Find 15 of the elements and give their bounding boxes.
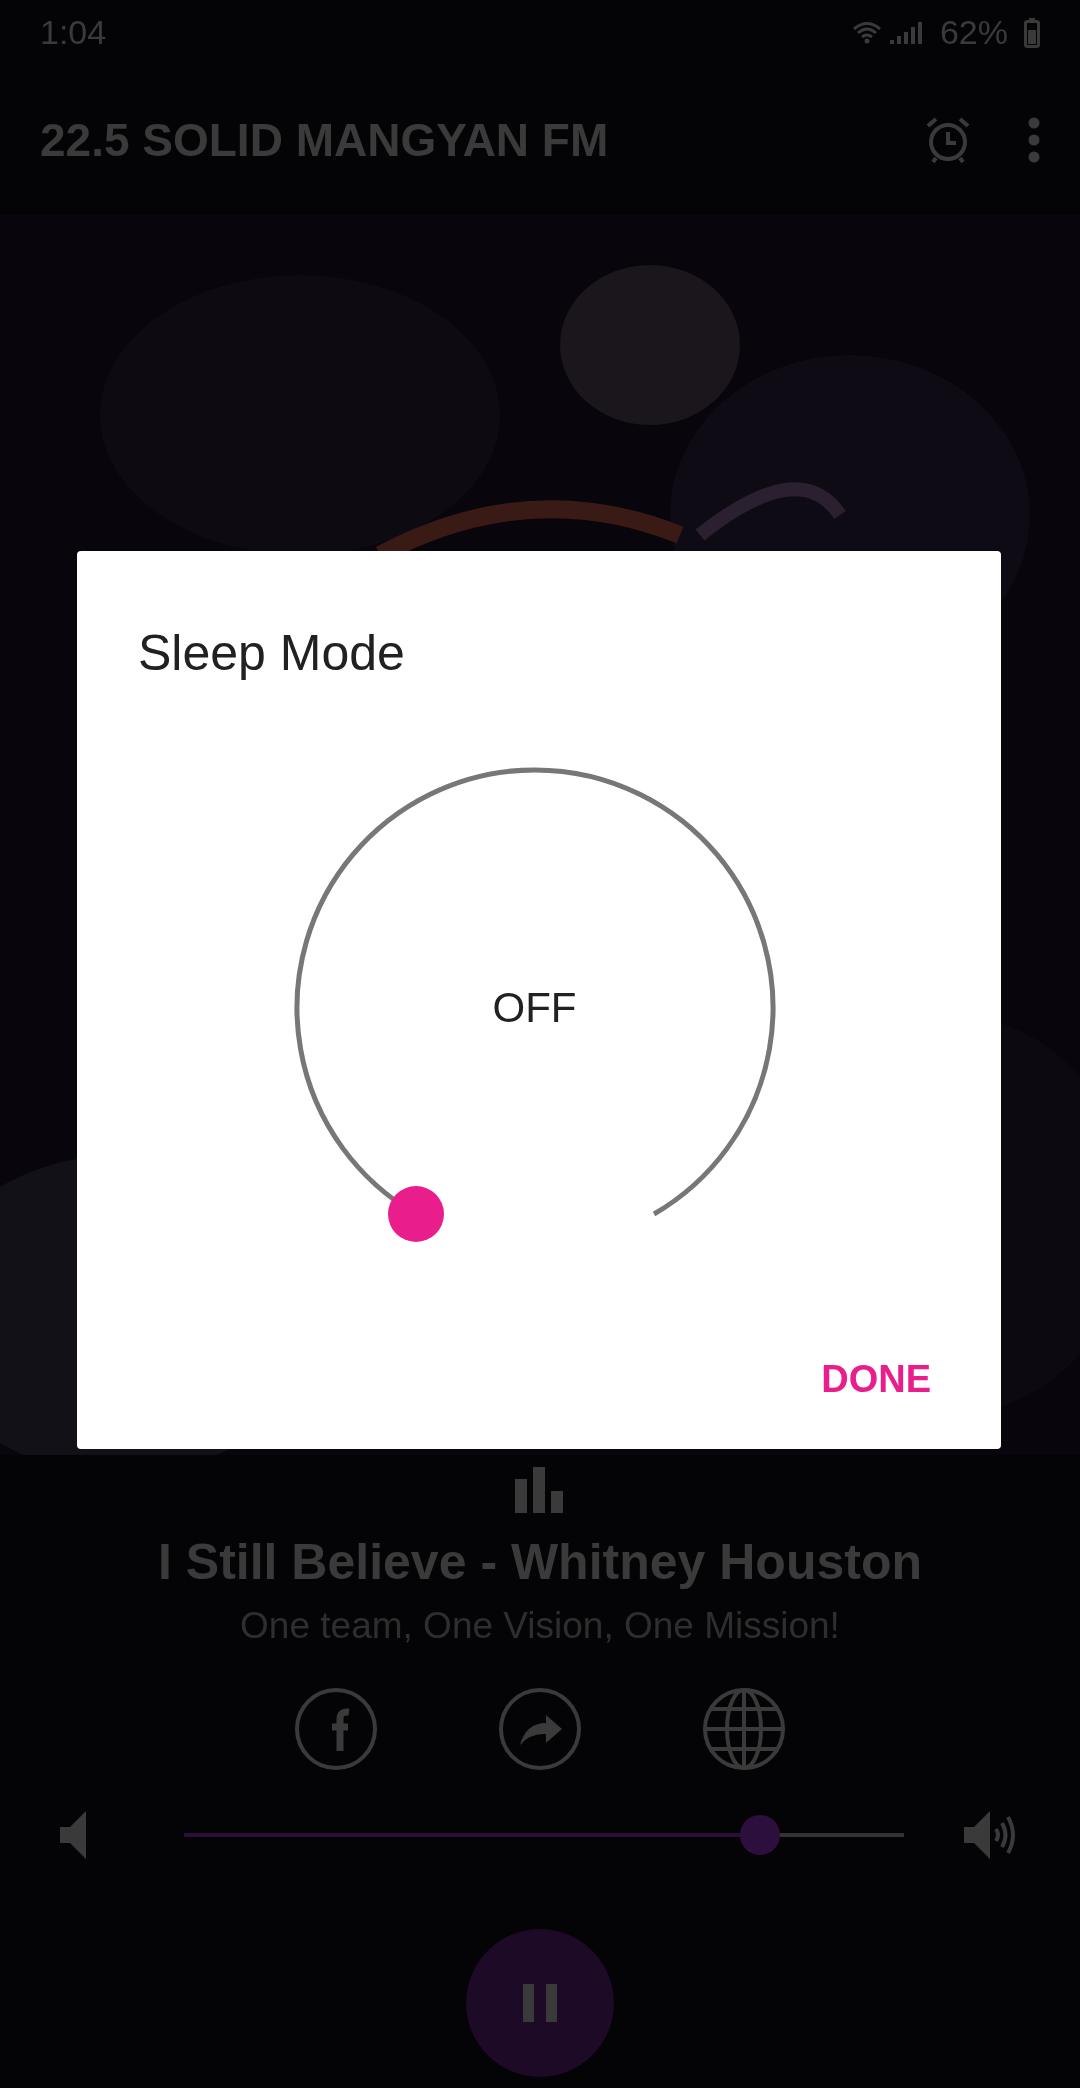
battery-icon [1024, 17, 1040, 48]
globe-icon[interactable] [702, 1687, 786, 1771]
timer-reading: OFF [492, 984, 577, 1032]
facebook-icon[interactable] [294, 1687, 378, 1771]
signal-icon [889, 20, 924, 45]
timer-thumb[interactable] [387, 1186, 444, 1242]
volume-thumb[interactable] [740, 1815, 780, 1855]
speaker-low-icon [60, 1811, 86, 1859]
pause-icon [523, 1984, 557, 2022]
share-icon[interactable] [498, 1687, 582, 1771]
alarm-clock-icon[interactable] [924, 116, 972, 164]
dialog-title: Sleep Mode [138, 625, 406, 681]
more-menu-icon[interactable] [1028, 117, 1040, 163]
equalizer-icon [515, 1467, 565, 1513]
wifi-icon [851, 20, 882, 45]
